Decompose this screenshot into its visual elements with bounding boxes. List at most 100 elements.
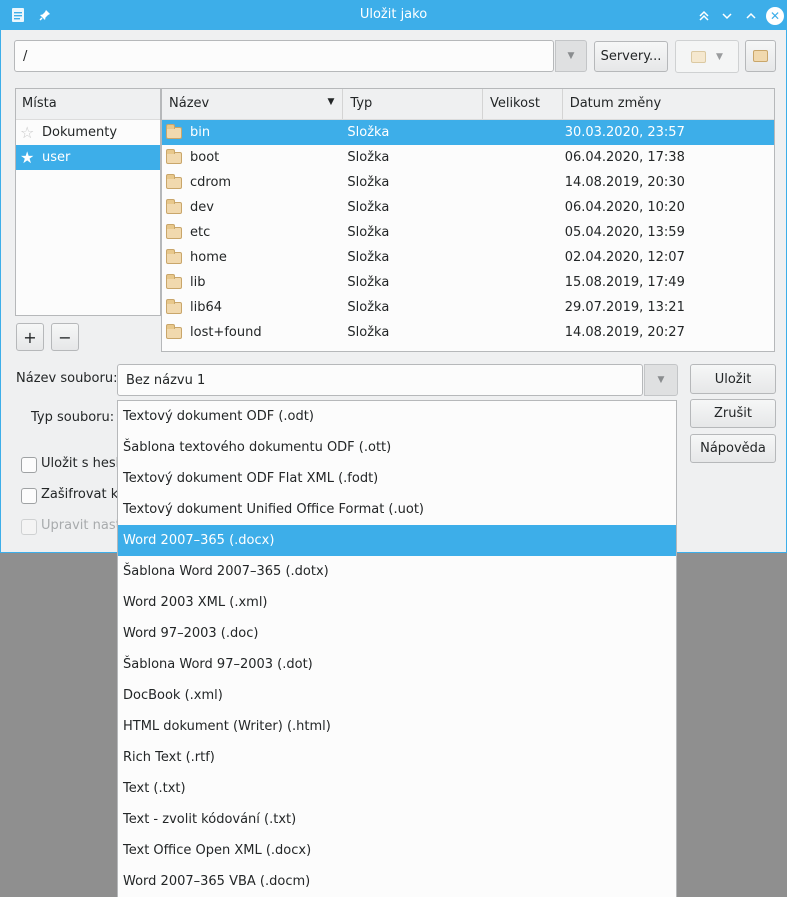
chevron-up-icon[interactable] xyxy=(742,7,760,25)
filename-value: Bez názvu 1 xyxy=(126,372,206,388)
file-type-cell: Složka xyxy=(347,250,390,265)
servers-button[interactable]: Servery... xyxy=(594,41,668,72)
filetype-option[interactable]: Textový dokument Unified Office Format (… xyxy=(118,494,676,525)
file-date-cell: 14.08.2019, 20:30 xyxy=(564,175,685,190)
file-date-cell: 05.04.2020, 13:59 xyxy=(564,225,685,240)
file-type-cell: Složka xyxy=(347,225,390,240)
filetype-option[interactable]: Rich Text (.rtf) xyxy=(118,742,676,773)
file-date-cell: 02.04.2020, 12:07 xyxy=(564,250,685,265)
filetype-option[interactable]: DocBook (.xml) xyxy=(118,680,676,711)
column-name-header[interactable]: Název ▼ xyxy=(162,89,344,119)
file-row[interactable]: bin Složka 30.03.2020, 23:57 xyxy=(162,120,774,145)
file-type-cell: Složka xyxy=(347,300,390,315)
file-row[interactable]: cdrom Složka 14.08.2019, 20:30 xyxy=(162,170,774,195)
column-type-header[interactable]: Typ xyxy=(343,89,483,119)
file-name-cell: home xyxy=(162,248,343,265)
filename-input[interactable]: Bez názvu 1 xyxy=(117,364,643,396)
file-date-cell: 06.04.2020, 10:20 xyxy=(564,200,685,215)
file-row[interactable]: etc Složka 05.04.2020, 13:59 xyxy=(162,220,774,245)
path-history-dropdown[interactable]: ▼ xyxy=(555,40,587,72)
filetype-option[interactable]: Text Office Open XML (.docx) xyxy=(118,835,676,866)
folder-icon xyxy=(753,50,768,62)
close-icon[interactable]: ✕ xyxy=(766,7,784,25)
folder-icon xyxy=(166,173,182,189)
filetype-option[interactable]: Šablona Word 2007–365 (.dotx) xyxy=(118,556,676,587)
folder-up-dropdown[interactable]: ▼ xyxy=(675,40,739,73)
place-item-user[interactable]: ★ user xyxy=(16,145,160,170)
title-bar[interactable]: Uložit jako ✕ xyxy=(1,1,786,30)
filetype-option[interactable]: Šablona textového dokumentu ODF (.ott) xyxy=(118,432,676,463)
folder-icon xyxy=(166,198,182,214)
column-date-header[interactable]: Datum změny xyxy=(563,89,774,119)
file-row[interactable]: lost+found Složka 14.08.2019, 20:27 xyxy=(162,320,774,345)
file-row[interactable]: lib64 Složka 29.07.2019, 13:21 xyxy=(162,295,774,320)
filetype-option[interactable]: Text (.txt) xyxy=(118,773,676,804)
star-icon: ☆ xyxy=(20,123,35,142)
filetype-option[interactable]: HTML dokument (Writer) (.html) xyxy=(118,711,676,742)
star-icon: ★ xyxy=(20,148,35,167)
folder-icon xyxy=(166,148,182,164)
file-name-cell: etc xyxy=(162,223,343,240)
chevrons-up-icon[interactable] xyxy=(695,7,713,25)
filetype-option[interactable]: Word 2003 XML (.xml) xyxy=(118,587,676,618)
file-date-cell: 14.08.2019, 20:27 xyxy=(564,325,685,340)
file-row[interactable]: boot Složka 06.04.2020, 17:38 xyxy=(162,145,774,170)
filetype-option[interactable]: Word 2007–365 VBA (.docm) xyxy=(118,866,676,897)
new-folder-button[interactable] xyxy=(745,40,776,72)
encrypt-label: Zašifrovat kl xyxy=(41,487,122,502)
filetype-option[interactable]: Word 97–2003 (.doc) xyxy=(118,618,676,649)
file-name-cell: lib64 xyxy=(162,298,343,315)
file-list-header: Název ▼ Typ Velikost Datum změny xyxy=(162,89,774,120)
file-type-cell: Složka xyxy=(347,275,390,290)
folder-icon xyxy=(166,123,182,139)
save-button[interactable]: Uložit xyxy=(690,364,776,394)
folder-icon xyxy=(166,223,182,239)
edit-filter-settings-checkbox[interactable] xyxy=(21,519,37,535)
filetype-option[interactable]: Word 2007–365 (.docx) xyxy=(118,525,676,556)
encrypt-checkbox[interactable] xyxy=(21,488,37,504)
column-size-header[interactable]: Velikost xyxy=(483,89,563,119)
folder-icon xyxy=(691,50,707,63)
add-place-button[interactable]: + xyxy=(16,323,44,351)
filetype-option[interactable]: Text - zvolit kódování (.txt) xyxy=(118,804,676,835)
folder-icon xyxy=(166,298,182,314)
save-with-password-label: Uložit s hesle xyxy=(41,456,128,471)
file-name-cell: dev xyxy=(162,198,343,215)
folder-icon xyxy=(166,273,182,289)
save-with-password-checkbox[interactable] xyxy=(21,457,37,473)
help-button[interactable]: Nápověda xyxy=(690,434,776,463)
places-header: Místa xyxy=(16,89,160,120)
filename-label: Název souboru: xyxy=(16,371,118,386)
file-type-cell: Složka xyxy=(347,150,390,165)
filename-dropdown[interactable]: ▼ xyxy=(644,364,678,396)
place-item-label: user xyxy=(42,150,71,165)
folder-icon xyxy=(166,248,182,264)
filetype-option[interactable]: Šablona Word 97–2003 (.dot) xyxy=(118,649,676,680)
file-row[interactable]: home Složka 02.04.2020, 12:07 xyxy=(162,245,774,270)
file-date-cell: 29.07.2019, 13:21 xyxy=(564,300,685,315)
file-date-cell: 30.03.2020, 23:57 xyxy=(564,125,685,140)
edit-filter-settings-label: Upravit nast xyxy=(41,518,121,533)
path-value: / xyxy=(23,48,28,64)
file-row[interactable]: dev Složka 06.04.2020, 10:20 xyxy=(162,195,774,220)
sort-desc-icon: ▼ xyxy=(327,97,335,107)
file-date-cell: 06.04.2020, 17:38 xyxy=(564,150,685,165)
path-input[interactable]: / xyxy=(14,40,554,72)
file-date-cell: 15.08.2019, 17:49 xyxy=(564,275,685,290)
chevron-down-icon[interactable] xyxy=(718,7,736,25)
filetype-option[interactable]: Textový dokument ODF (.odt) xyxy=(118,401,676,432)
filetype-option[interactable]: Textový dokument ODF Flat XML (.fodt) xyxy=(118,463,676,494)
chevron-down-icon: ▼ xyxy=(567,51,575,61)
cancel-button[interactable]: Zrušit xyxy=(690,399,776,428)
file-row[interactable]: lib Složka 15.08.2019, 17:49 xyxy=(162,270,774,295)
file-name-cell: lib xyxy=(162,273,343,290)
file-type-cell: Složka xyxy=(347,325,390,340)
file-name-cell: lost+found xyxy=(162,323,343,340)
place-item-dokumenty[interactable]: ☆ Dokumenty xyxy=(16,120,160,145)
file-name-cell: bin xyxy=(162,123,343,140)
file-name-cell: cdrom xyxy=(162,173,343,190)
remove-place-button[interactable]: − xyxy=(51,323,79,351)
filetype-dropdown-list: Textový dokument ODF (.odt) Šablona texto… xyxy=(117,400,677,897)
file-name-cell: boot xyxy=(162,148,343,165)
place-item-label: Dokumenty xyxy=(42,125,118,140)
